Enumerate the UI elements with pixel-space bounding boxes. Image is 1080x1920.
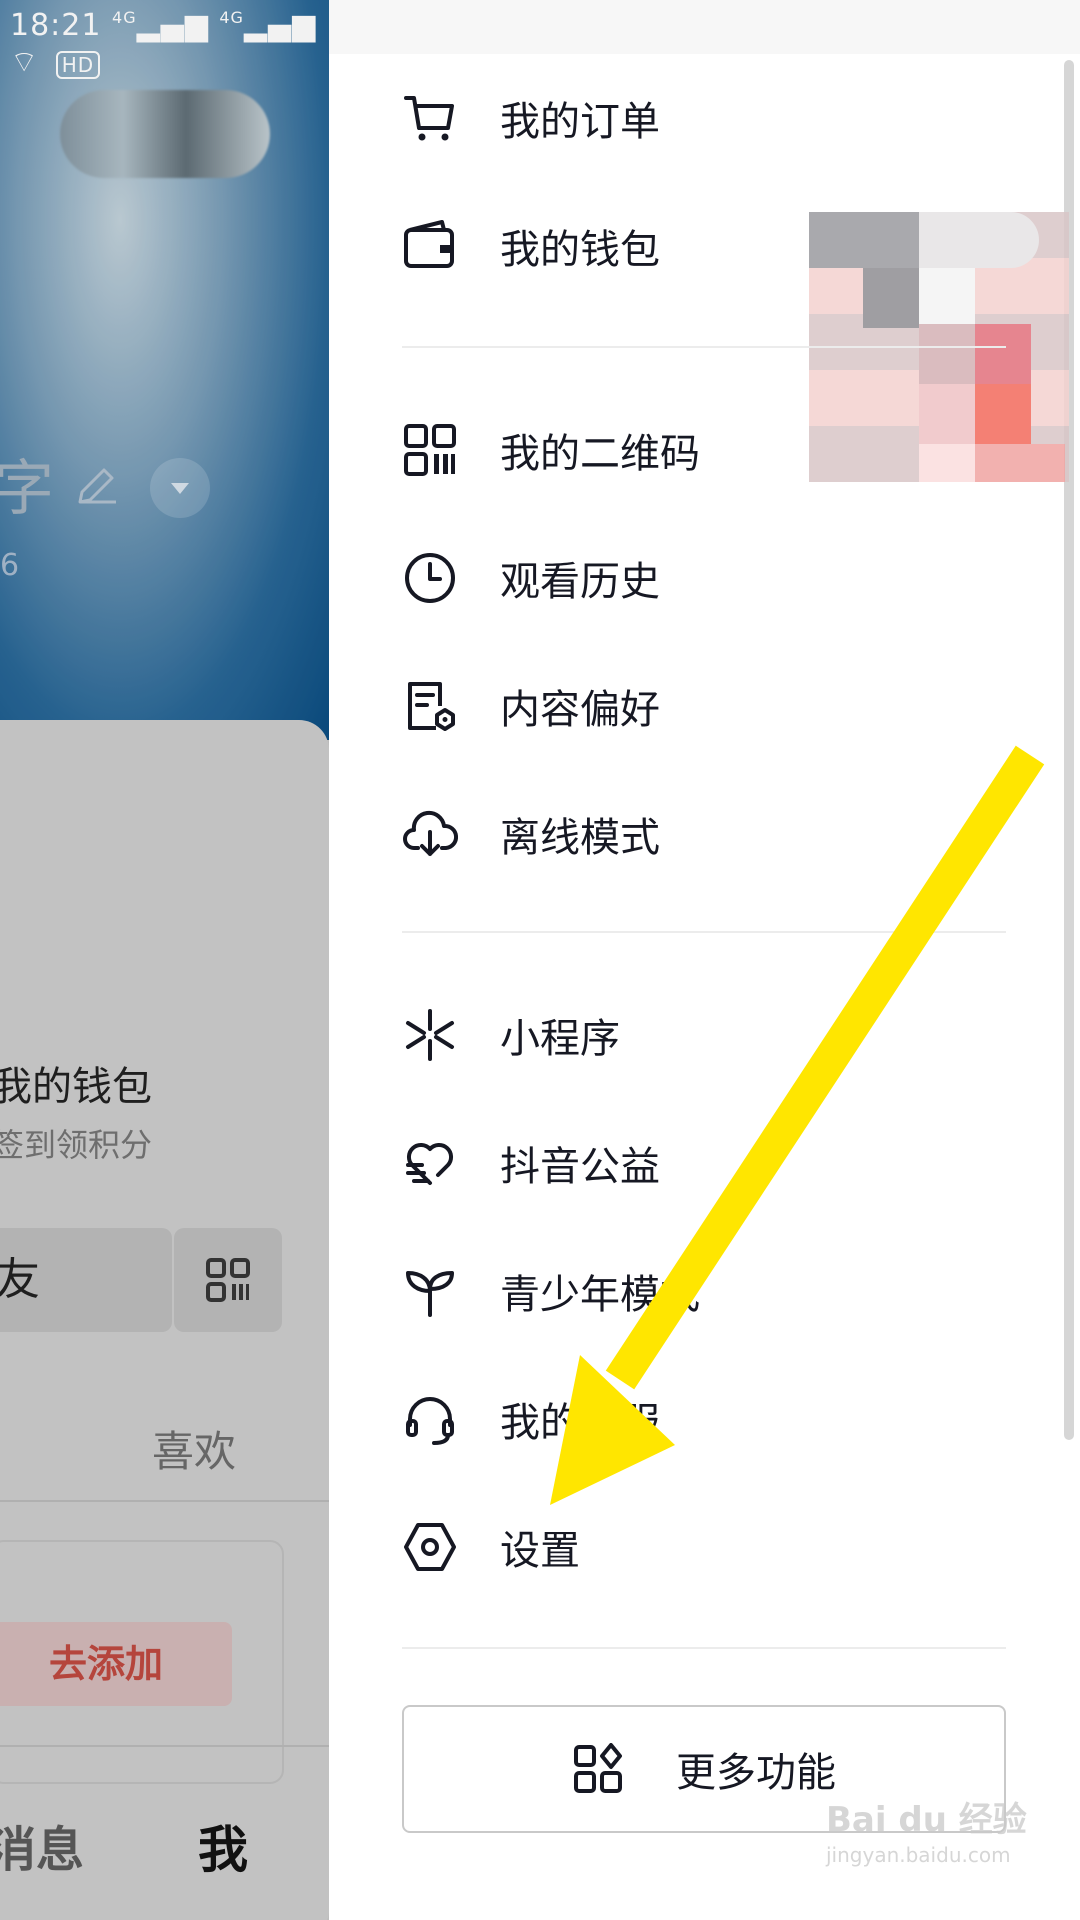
cart-icon: [404, 96, 454, 141]
mini-program-icon: [406, 1009, 454, 1061]
wifi-icon: ⌔: [10, 45, 40, 80]
menu-item-douyin-charity[interactable]: 抖音公益: [402, 1115, 962, 1211]
go-add-button[interactable]: 去添加: [0, 1622, 232, 1706]
menu-item-mini-programs[interactable]: 小程序: [402, 987, 962, 1083]
account-switch-dropdown[interactable]: [150, 458, 210, 518]
menu-item-label: 离线模式: [500, 815, 660, 861]
status-time: 18:21: [10, 8, 102, 43]
tab-likes[interactable]: 喜欢: [152, 1418, 236, 1479]
menu-item-my-orders[interactable]: 我的订单: [402, 70, 962, 166]
menu-item-teen-mode[interactable]: 青少年模式: [402, 1243, 962, 1339]
profile-name: 字: [0, 454, 54, 524]
profile-page-dimmed[interactable]: 18:21 4G▂▄▆ 4G▂▄▆ ⌔ HD 字 6 我的钱包 签到领积分 友 …: [0, 0, 329, 1920]
headset-icon: [406, 1397, 454, 1445]
menu-item-label: 我的二维码: [500, 431, 700, 477]
menu-item-label: 小程序: [500, 1016, 620, 1062]
menu-divider: [402, 346, 1006, 348]
charity-heart-icon: [406, 1142, 454, 1185]
drawer-top-bar: [329, 0, 1080, 54]
menu-item-customer-service[interactable]: 我的客服: [402, 1371, 962, 1467]
status-bar: 18:21 4G▂▄▆ 4G▂▄▆ ⌔ HD: [10, 8, 317, 80]
wallet-entry-title[interactable]: 我的钱包: [0, 1054, 152, 1112]
tab-messages[interactable]: 消息: [0, 1810, 84, 1880]
edit-pencil-icon[interactable]: [72, 462, 120, 510]
hd-badge: HD: [55, 51, 101, 79]
menu-item-offline-mode[interactable]: 离线模式: [402, 786, 962, 882]
more-features-icon: [574, 1743, 622, 1793]
signal-4g-label-2: 4G: [219, 8, 244, 27]
qr-code-button[interactable]: [174, 1228, 282, 1332]
baidu-watermark: Bai du 经验 jingyan.baidu.com: [826, 1792, 1027, 1867]
blurred-avatar-area: [60, 90, 270, 178]
sprout-icon: [406, 1271, 454, 1317]
signal-4g-label: 4G: [112, 8, 137, 27]
menu-item-label: 设置: [500, 1528, 580, 1574]
cloud-download-icon: [403, 810, 458, 856]
menu-item-label: 青少年模式: [500, 1272, 700, 1318]
menu-item-my-qr-code[interactable]: 我的二维码: [402, 402, 962, 498]
divider: [0, 1500, 329, 1502]
menu-item-label: 我的订单: [500, 99, 660, 145]
menu-item-label: 我的钱包: [500, 227, 660, 273]
add-friend-button[interactable]: 友: [0, 1228, 172, 1332]
menu-item-label: 抖音公益: [500, 1144, 660, 1190]
menu-divider: [402, 1647, 1006, 1649]
settings-hexagon-icon: [404, 1523, 456, 1571]
qr-code-icon: [206, 1258, 250, 1302]
menu-item-label: 内容偏好: [500, 687, 660, 733]
profile-id-partial: 6: [0, 548, 20, 583]
tab-me[interactable]: 我: [198, 1810, 248, 1882]
menu-item-watch-history[interactable]: 观看历史: [402, 530, 962, 626]
menu-item-content-preference[interactable]: 内容偏好: [402, 658, 962, 754]
clock-icon: [405, 553, 455, 603]
wallet-icon: [404, 220, 454, 268]
menu-divider: [402, 931, 1006, 933]
menu-item-label: 我的客服: [500, 1400, 660, 1446]
menu-item-settings[interactable]: 设置: [402, 1499, 962, 1595]
menu-item-label: 观看历史: [500, 559, 660, 605]
watermark-brand: Bai du 经验: [826, 1800, 1027, 1840]
wallet-entry-subtitle: 签到领积分: [0, 1126, 153, 1164]
qr-code-icon: [404, 424, 456, 476]
side-drawer-menu: 我的订单 我的钱包 我的二维码 观看历史 内容偏好 离线模式 小程序 抖音公益 …: [329, 0, 1080, 1920]
content-preference-icon: [408, 682, 455, 731]
more-features-label: 更多功能: [676, 1750, 836, 1796]
tabbar-divider: [0, 1745, 329, 1747]
watermark-url: jingyan.baidu.com: [826, 1843, 1011, 1867]
